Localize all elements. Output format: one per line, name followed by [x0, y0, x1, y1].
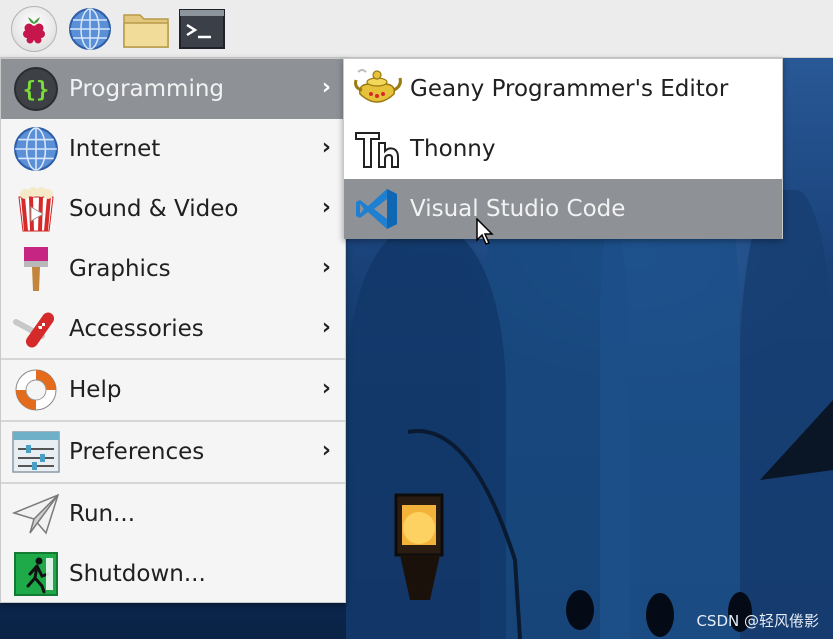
menu-item-label: Accessories [69, 316, 204, 342]
menu-item-sound-video[interactable]: Sound & Video › [1, 179, 345, 239]
menu-item-preferences[interactable]: Preferences › [1, 422, 345, 482]
swiss-knife-icon [11, 304, 61, 354]
taskbar [0, 0, 833, 58]
menu-item-accessories[interactable]: Accessories › [1, 299, 345, 359]
popcorn-play-icon [11, 184, 61, 234]
chevron-right-icon: › [321, 195, 331, 220]
submenu-item-label: Geany Programmer's Editor [410, 76, 729, 102]
paintbrush-icon [11, 244, 61, 294]
vscode-icon [352, 184, 402, 234]
mouse-pointer-icon [476, 218, 494, 245]
submenu-item-thonny[interactable]: Thonny [344, 119, 782, 179]
submenu-item-geany[interactable]: Geany Programmer's Editor [344, 59, 782, 119]
menu-item-label: Programming [69, 76, 225, 102]
submenu-item-vscode[interactable]: Visual Studio Code [344, 179, 782, 239]
exit-running-man-icon [11, 549, 61, 599]
menu-item-programming[interactable]: {} Programming › [1, 59, 345, 119]
sliders-icon [11, 427, 61, 477]
terminal-button[interactable] [178, 5, 226, 53]
svg-text:{}: {} [23, 78, 50, 103]
paper-plane-icon [11, 489, 61, 539]
menu-item-run[interactable]: Run... [1, 484, 345, 544]
web-browser-button[interactable] [66, 5, 114, 53]
menu-item-label: Graphics [69, 256, 171, 282]
lifebuoy-icon [11, 365, 61, 415]
menu-item-label: Help [69, 377, 122, 403]
menu-item-label: Internet [69, 136, 161, 162]
chevron-right-icon: › [321, 376, 331, 401]
file-manager-button[interactable] [122, 5, 170, 53]
menu-item-label: Run... [69, 501, 136, 527]
chevron-right-icon: › [321, 255, 331, 280]
menu-item-label: Sound & Video [69, 196, 239, 222]
curly-braces-icon: {} [11, 64, 61, 114]
menu-item-label: Preferences [69, 439, 205, 465]
raspberry-pi-menu-button[interactable] [10, 5, 58, 53]
menu-item-graphics[interactable]: Graphics › [1, 239, 345, 299]
folder-icon [123, 13, 169, 48]
menu-item-help[interactable]: Help › [1, 360, 345, 420]
submenu-item-label: Thonny [410, 136, 496, 162]
application-menu: {} Programming › Internet › Sound & Vide… [0, 58, 346, 603]
globe-icon [69, 7, 111, 50]
menu-item-internet[interactable]: Internet › [1, 119, 345, 179]
chevron-right-icon: › [321, 135, 331, 160]
thonny-th-icon [352, 124, 402, 174]
raspberry-pi-menu-icon [11, 5, 57, 52]
submenu-item-label: Visual Studio Code [410, 196, 626, 222]
programming-submenu: Geany Programmer's Editor Thonny Visual … [343, 58, 783, 239]
watermark-text: CSDN @轻风倦影 [696, 612, 819, 630]
menu-item-label: Shutdown... [69, 561, 206, 587]
chevron-right-icon: › [321, 315, 331, 340]
terminal-icon [179, 8, 225, 49]
chevron-right-icon: › [321, 438, 331, 463]
geany-lamp-icon [352, 64, 402, 114]
chevron-right-icon: › [321, 75, 331, 100]
menu-item-shutdown[interactable]: Shutdown... [1, 544, 345, 604]
globe-icon [11, 124, 61, 174]
